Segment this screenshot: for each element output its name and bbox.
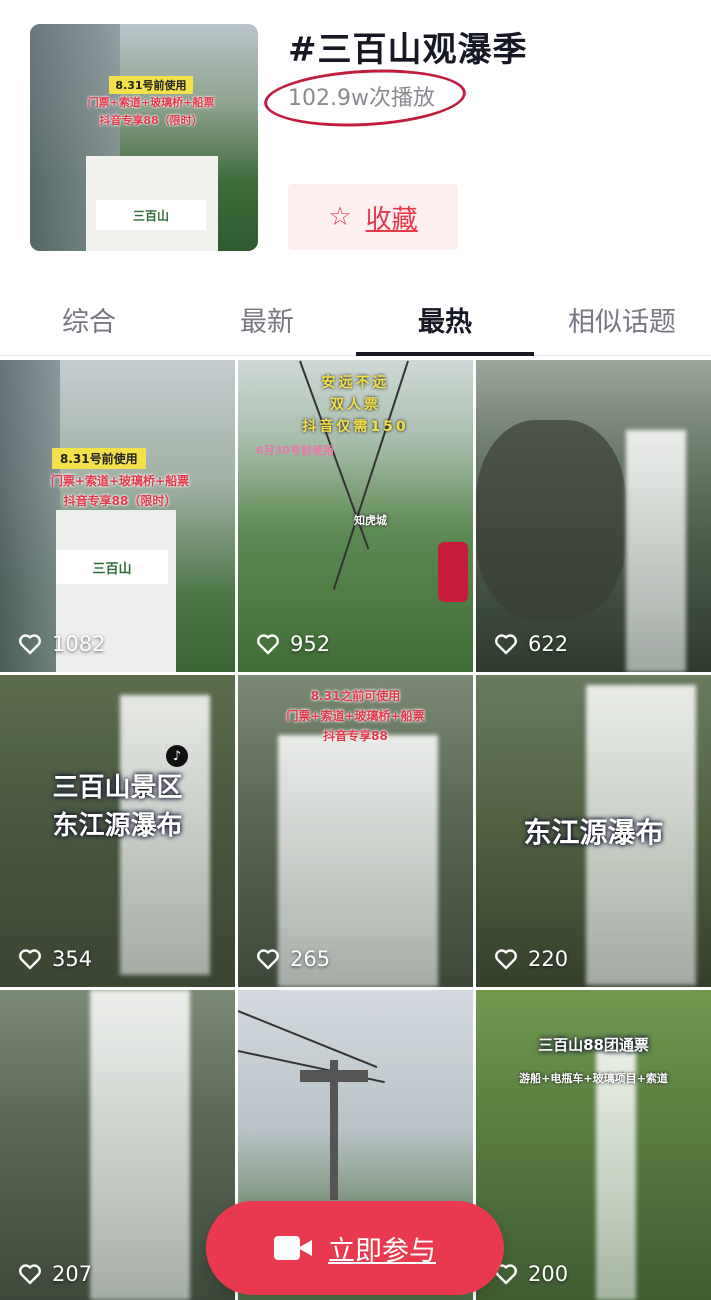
like-count-value: 622	[528, 632, 569, 656]
star-icon: ☆	[328, 202, 352, 232]
cable-line	[238, 1010, 378, 1069]
cover-caption-line2: 抖音专享88（限时）	[99, 114, 203, 127]
overlay-white-text: 东江源瀑布	[523, 816, 664, 849]
like-count: 200	[494, 1262, 568, 1286]
rock-shape	[476, 420, 626, 620]
like-count-value: 952	[290, 632, 331, 656]
heart-icon	[495, 949, 517, 970]
overlay-pink-text: 6月30号前使用	[256, 444, 334, 457]
like-count: 622	[494, 632, 568, 656]
overlay-yellow-text: 8.31号前使用	[52, 448, 146, 469]
overlay-white-text: 三百山景区	[52, 773, 183, 803]
topic-title: #三百山观瀑季	[288, 30, 528, 70]
like-count-value: 1082	[52, 632, 106, 656]
like-count: 1082	[18, 632, 105, 656]
favorite-button[interactable]: ☆ 收藏	[288, 184, 458, 250]
heart-icon	[19, 634, 41, 655]
overlay-red-text: 门票+索道+玻璃桥+船票	[50, 474, 190, 488]
video-card[interactable]: 207	[0, 990, 235, 1300]
cable-tower-arm	[300, 1070, 368, 1082]
like-count: 220	[494, 947, 568, 971]
video-card[interactable]: 8.31之前可使用 门票+索道+玻璃桥+船票 抖音专享88 265	[238, 675, 473, 987]
video-card[interactable]: 622	[476, 360, 711, 672]
gondola-shape	[438, 542, 468, 602]
play-count-highlight-circle	[262, 64, 468, 132]
cover-caption-yellow: 8.31号前使用	[109, 76, 193, 94]
heart-icon	[257, 949, 279, 970]
overlay-red-text: 8.31之前可使用	[310, 689, 401, 703]
video-card[interactable]: ♪ 三百山景区 东江源瀑布 354	[0, 675, 235, 987]
topic-cover-image: 三百山 8.31号前使用 门票+索道+玻璃桥+船票 抖音专享88（限时）	[30, 24, 258, 251]
overlay-white-text: 东江源瀑布	[52, 811, 183, 841]
tab-bar: 综合 最新 最热 相似话题	[0, 282, 711, 356]
station-sign: 三百山	[56, 550, 168, 584]
overlay-yellow-text: 安远不远	[321, 375, 390, 391]
cover-caption: 8.31号前使用 门票+索道+玻璃桥+船票 抖音专享88（限时）	[66, 74, 236, 130]
overlay-yellow-text: 抖音仅需150	[302, 419, 409, 435]
overlay-red-text: 抖音专享88（限时）	[63, 494, 177, 508]
video-card[interactable]: 东江源瀑布 220	[476, 675, 711, 987]
video-card[interactable]: 三百山 8.31号前使用 门票+索道+玻璃桥+船票 抖音专享88（限时） 108…	[0, 360, 235, 672]
video-camera-icon	[274, 1235, 312, 1261]
like-count: 265	[256, 947, 330, 971]
overlay-place-label: 知虎城	[354, 514, 387, 527]
like-count-value: 354	[52, 947, 93, 971]
tab-latest[interactable]: 最新	[178, 282, 356, 356]
cover-caption-line1: 门票+索道+玻璃桥+船票	[87, 96, 215, 109]
tiktok-logo-icon: ♪	[166, 745, 188, 767]
video-grid: 三百山 8.31号前使用 门票+索道+玻璃桥+船票 抖音专享88（限时） 108…	[0, 360, 711, 1300]
heart-icon	[495, 634, 517, 655]
join-button[interactable]: 立即参与	[206, 1201, 504, 1295]
tab-similar-topics[interactable]: 相似话题	[533, 282, 711, 356]
like-count: 207	[18, 1262, 92, 1286]
favorite-label: 收藏	[365, 204, 418, 235]
heart-icon	[19, 949, 41, 970]
like-count-value: 220	[528, 947, 569, 971]
like-count: 952	[256, 632, 330, 656]
like-count-value: 200	[528, 1262, 569, 1286]
tab-hottest[interactable]: 最热	[356, 282, 534, 356]
waterfall-shape	[626, 430, 686, 672]
overlay-yellow-text: 双人票	[330, 397, 381, 413]
tab-comprehensive[interactable]: 综合	[0, 282, 178, 356]
overlay-white-text: 游船+电瓶车+玻璃项目+索道	[519, 1072, 668, 1085]
cable-tower-shape	[0, 360, 60, 672]
overlay-white-text: 三百山88团通票	[538, 1036, 649, 1054]
topic-header: 三百山 8.31号前使用 门票+索道+玻璃桥+船票 抖音专享88（限时） #三百…	[0, 0, 711, 280]
like-count-value: 207	[52, 1262, 93, 1286]
station-sign: 三百山	[96, 200, 206, 230]
video-card[interactable]: 安远不远 双人票 抖音仅需150 6月30号前使用 知虎城 952	[238, 360, 473, 672]
overlay-red-text: 门票+索道+玻璃桥+船票	[286, 709, 425, 723]
heart-icon	[19, 1264, 41, 1285]
like-count-value: 265	[290, 947, 331, 971]
active-tab-indicator	[356, 352, 534, 356]
waterfall-shape	[90, 990, 190, 1300]
overlay-red-text: 抖音专享88	[323, 729, 388, 743]
waterfall-shape	[596, 1050, 636, 1300]
join-button-label: 立即参与	[328, 1235, 436, 1267]
heart-icon	[257, 634, 279, 655]
video-card[interactable]: 三百山88团通票 游船+电瓶车+玻璃项目+索道 200	[476, 990, 711, 1300]
like-count: 354	[18, 947, 92, 971]
